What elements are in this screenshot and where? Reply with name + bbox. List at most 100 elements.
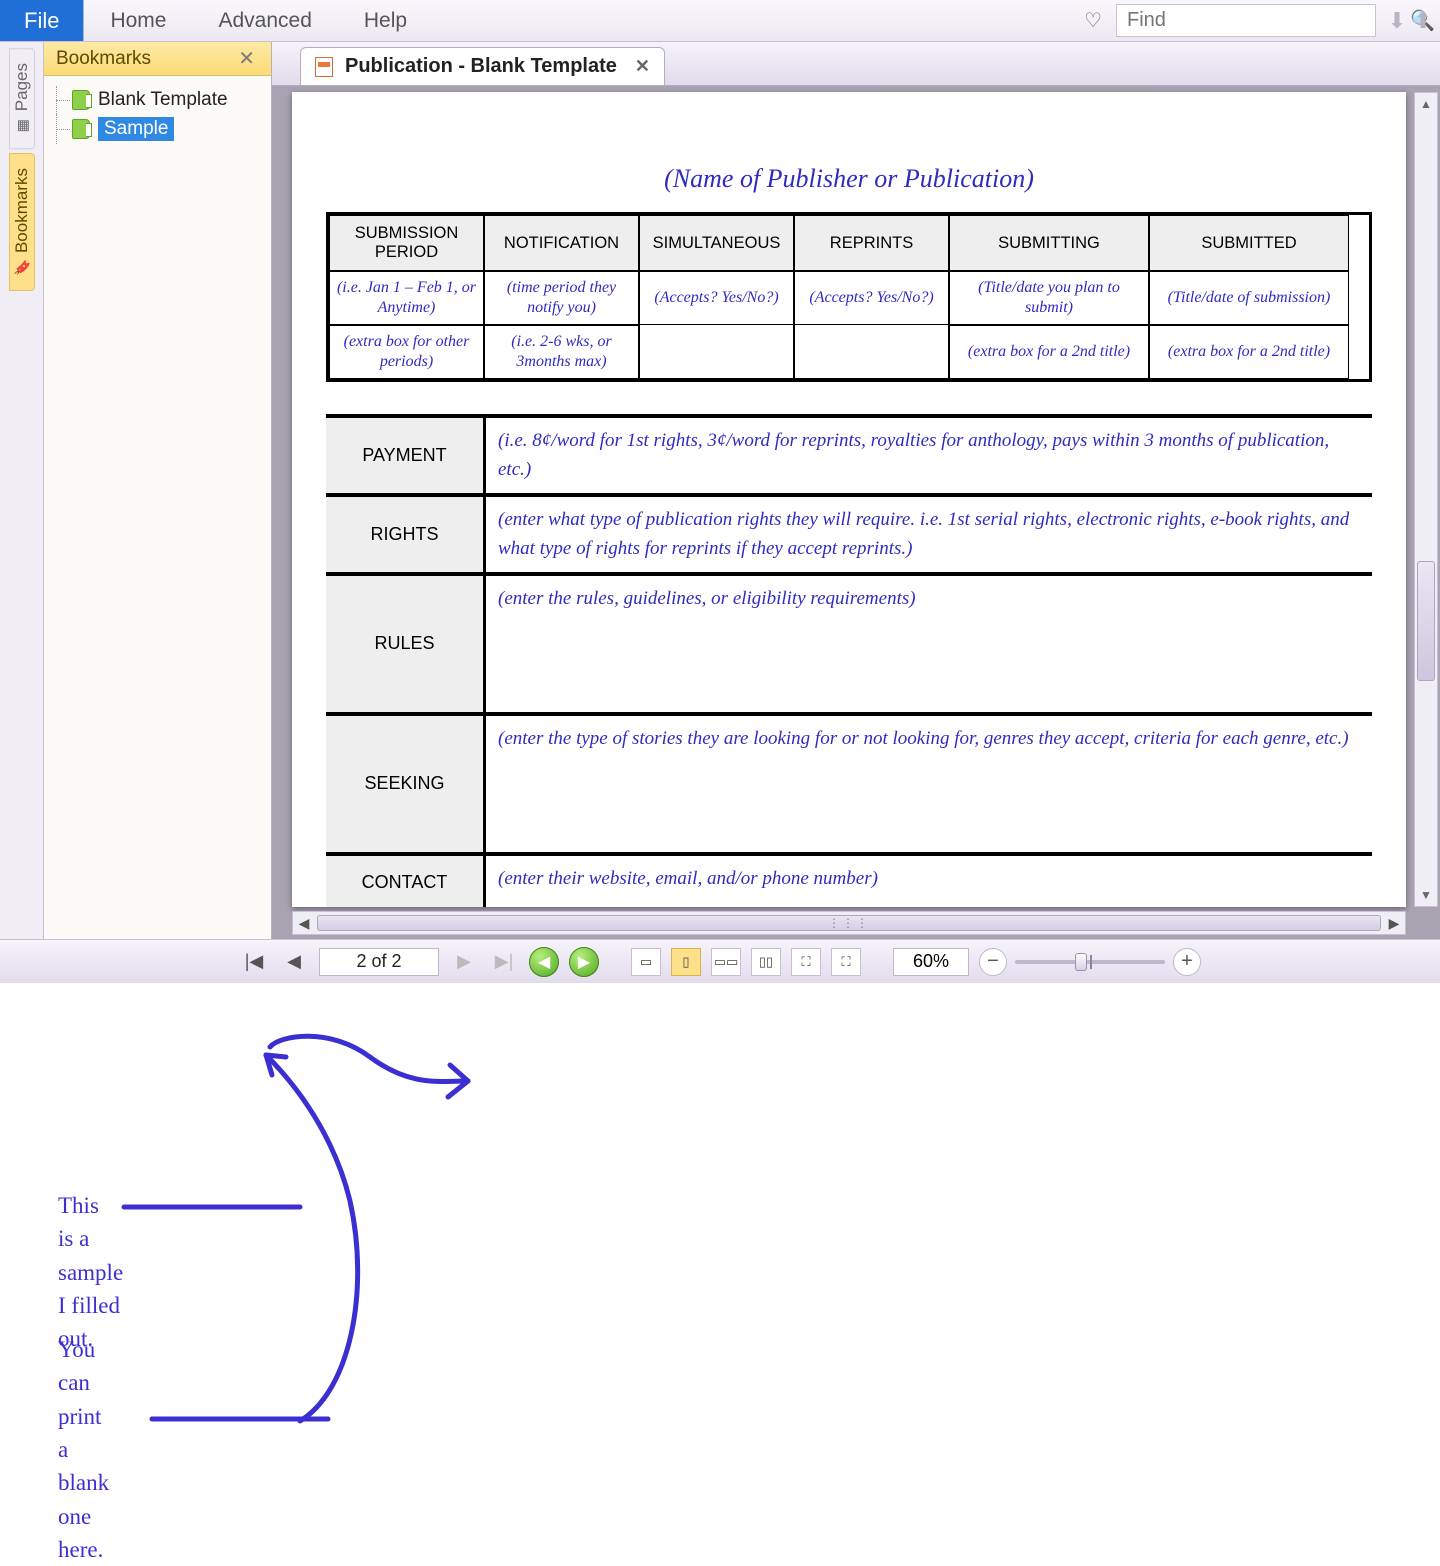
bookmark-label: Blank Template — [98, 89, 228, 111]
bookmark-icon — [72, 119, 90, 139]
grid-cell: (i.e. 2-6 wks, or 3months max) — [484, 325, 639, 379]
annotation-text-2: You can print a blank one here. — [58, 1333, 109, 1566]
section-row: CONTACT(enter their website, email, and/… — [326, 856, 1372, 907]
bookmarks-panel: Bookmarks ✕ Blank Template Sample — [44, 42, 272, 939]
section-label: PAYMENT — [326, 418, 486, 493]
side-tab-bookmarks[interactable]: 🔖 Bookmarks — [9, 153, 35, 291]
history-back-button[interactable]: ◀ — [529, 947, 559, 977]
grid-empty-cell — [639, 325, 794, 379]
grid-cell: (Title/date of submission) — [1149, 271, 1349, 325]
zoom-in-button[interactable]: + — [1173, 948, 1201, 976]
bookmarks-title: Bookmarks — [56, 48, 151, 70]
view-single-page-button[interactable]: ▭ — [631, 948, 661, 976]
side-tab-pages-label: Pages — [12, 63, 32, 111]
tab-row: Publication - Blank Template ✕ — [272, 42, 1440, 86]
grid-cell: (extra box for a 2nd title) — [1149, 325, 1349, 379]
horizontal-scrollbar[interactable]: ◀ ⋮⋮⋮ ▶ — [292, 911, 1406, 935]
section-value: (i.e. 8¢/word for 1st rights, 3¢/word fo… — [486, 418, 1372, 493]
side-tab-pages[interactable]: ▦ Pages — [9, 48, 35, 149]
section-value: (enter their website, email, and/or phon… — [486, 856, 1372, 907]
col-header: SUBMISSION PERIOD — [329, 215, 484, 271]
view-facing-continuous-button[interactable]: ▯▯ — [751, 948, 781, 976]
find-nav-arrows: ⬇ ⬆ — [1384, 0, 1440, 41]
page-indicator[interactable]: 2 of 2 — [319, 948, 439, 976]
bottom-toolbar: |◀ ◀ 2 of 2 ▶ ▶| ◀ ▶ ▭ ▯ ▭▭ ▯▯ ⛶ ⛶ 60% −… — [0, 939, 1440, 983]
zoom-slider-midpoint — [1090, 955, 1092, 969]
menu-help[interactable]: Help — [338, 0, 433, 41]
document-tab[interactable]: Publication - Blank Template ✕ — [300, 47, 665, 85]
annotation-arrow-icon — [120, 1187, 320, 1227]
col-header: NOTIFICATION — [484, 215, 639, 271]
find-next-icon[interactable]: ⬆ — [1410, 8, 1436, 34]
grid-cell: (Title/date you plan to submit) — [949, 271, 1149, 325]
document-viewport: (Name of Publisher or Publication) SUBMI… — [272, 86, 1440, 939]
zoom-slider-thumb[interactable] — [1075, 953, 1087, 971]
side-tab-strip: ▦ Pages 🔖 Bookmarks — [0, 42, 44, 939]
grid-cell: (Accepts? Yes/No?) — [639, 271, 794, 325]
section-row: RULES(enter the rules, guidelines, or el… — [326, 576, 1372, 716]
bookmarks-tree: Blank Template Sample — [44, 76, 271, 154]
bookmark-icon — [72, 90, 90, 110]
col-header: SUBMITTING — [949, 215, 1149, 271]
pages-icon: ▦ — [13, 119, 30, 132]
view-fit-page-button[interactable]: ⛶ — [791, 948, 821, 976]
section-label: SEEKING — [326, 716, 486, 852]
document-page: (Name of Publisher or Publication) SUBMI… — [292, 92, 1406, 907]
bookmarks-header: Bookmarks ✕ — [44, 42, 271, 76]
grid-cell: (Accepts? Yes/No?) — [794, 271, 949, 325]
bookmarks-icon: 🔖 — [13, 259, 30, 276]
scroll-right-icon[interactable]: ▶ — [1383, 915, 1405, 932]
menu-file[interactable]: File — [0, 0, 84, 41]
publication-title: (Name of Publisher or Publication) — [326, 164, 1372, 194]
grid-cell: (time period they notify you) — [484, 271, 639, 325]
side-tab-bookmarks-label: Bookmarks — [12, 168, 32, 253]
view-fit-width-button[interactable]: ⛶ — [831, 948, 861, 976]
zoom-level[interactable]: 60% — [893, 948, 969, 976]
zoom-out-button[interactable]: − — [979, 948, 1007, 976]
scroll-up-icon[interactable]: ▲ — [1415, 93, 1437, 115]
first-page-button[interactable]: |◀ — [239, 947, 269, 977]
view-continuous-button[interactable]: ▯ — [671, 948, 701, 976]
section-row: RIGHTS(enter what type of publication ri… — [326, 497, 1372, 576]
col-header: REPRINTS — [794, 215, 949, 271]
document-area: Publication - Blank Template ✕ (Name of … — [272, 42, 1440, 939]
section-row: PAYMENT(i.e. 8¢/word for 1st rights, 3¢/… — [326, 418, 1372, 497]
vertical-scrollbar[interactable]: ▲ ▼ — [1414, 92, 1438, 907]
section-value: (enter what type of publication rights t… — [486, 497, 1372, 572]
zoom-slider: − + — [979, 948, 1201, 976]
find-box: 🔍 ▾ — [1116, 4, 1376, 37]
menu-bar: File Home Advanced Help ♡ 🔍 ▾ ⬇ ⬆ — [0, 0, 1440, 42]
prev-page-button[interactable]: ◀ — [279, 947, 309, 977]
find-prev-icon[interactable]: ⬇ — [1384, 8, 1410, 34]
view-facing-button[interactable]: ▭▭ — [711, 948, 741, 976]
scroll-thumb[interactable] — [1417, 561, 1435, 681]
section-label: CONTACT — [326, 856, 486, 907]
grid-cell: (extra box for other periods) — [329, 325, 484, 379]
col-header: SIMULTANEOUS — [639, 215, 794, 271]
bookmark-item-sample[interactable]: Sample — [50, 114, 265, 144]
menu-home[interactable]: Home — [84, 0, 192, 41]
scroll-thumb[interactable]: ⋮⋮⋮ — [317, 915, 1381, 931]
col-header: SUBMITTED — [1149, 215, 1349, 271]
document-tab-title: Publication - Blank Template — [345, 55, 617, 78]
section-value: (enter the rules, guidelines, or eligibi… — [486, 576, 1372, 712]
scroll-left-icon[interactable]: ◀ — [293, 915, 315, 932]
annotation-text-1: This is a sample I filled out. — [58, 1189, 123, 1356]
section-row: SEEKING(enter the type of stories they a… — [326, 716, 1372, 856]
scroll-down-icon[interactable]: ▼ — [1415, 884, 1437, 906]
bookmark-label: Sample — [98, 117, 174, 141]
tab-close-icon[interactable]: ✕ — [635, 56, 650, 77]
pdf-icon — [315, 57, 333, 77]
grid-empty-cell — [794, 325, 949, 379]
history-forward-button[interactable]: ▶ — [569, 947, 599, 977]
find-input[interactable] — [1117, 7, 1402, 34]
heart-icon[interactable]: ♡ — [1070, 0, 1116, 41]
bookmark-item-blank-template[interactable]: Blank Template — [50, 86, 265, 114]
last-page-button[interactable]: ▶| — [489, 947, 519, 977]
menu-advanced[interactable]: Advanced — [192, 0, 337, 41]
close-icon[interactable]: ✕ — [234, 48, 259, 70]
grid-cell: (i.e. Jan 1 – Feb 1, or Anytime) — [329, 271, 484, 325]
zoom-slider-track[interactable] — [1015, 960, 1165, 964]
annotation-arrow-icon — [148, 1399, 348, 1439]
next-page-button[interactable]: ▶ — [449, 947, 479, 977]
